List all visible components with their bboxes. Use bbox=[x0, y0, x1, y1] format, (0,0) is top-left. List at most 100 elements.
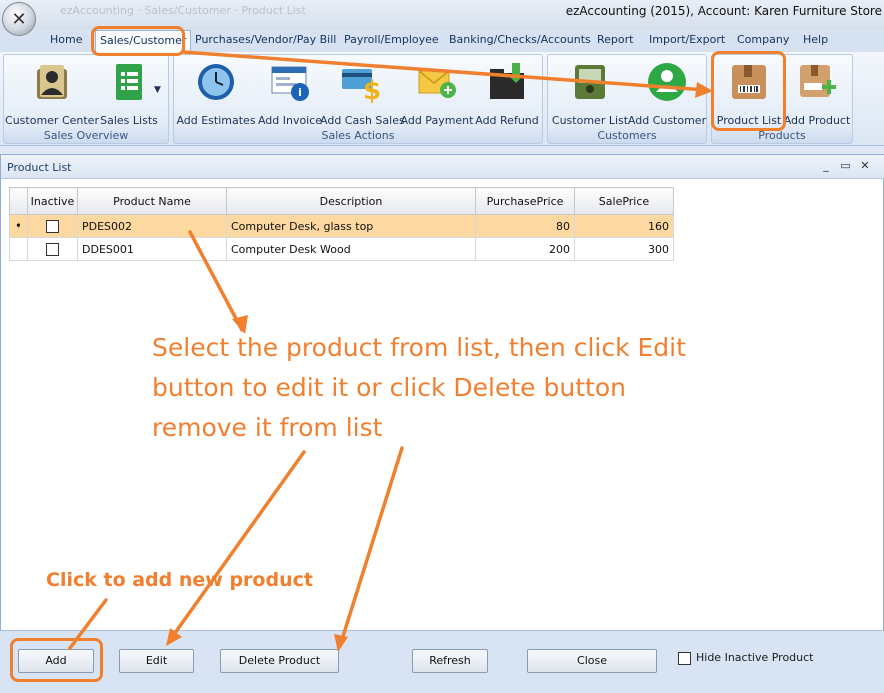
sales-lists-label: Sales Lists bbox=[100, 114, 158, 127]
close-icon[interactable]: ✕ bbox=[857, 159, 873, 172]
menu-report[interactable]: Report bbox=[597, 33, 633, 46]
title-bar-faded-text: ezAccounting · Sales/Customer · Product … bbox=[60, 4, 306, 17]
svg-text:i: i bbox=[298, 86, 302, 99]
add-product-icon bbox=[800, 65, 836, 97]
add-invoice-button[interactable]: i Add Invoice bbox=[256, 57, 324, 127]
window-title-bar: Product List _ ▭ ✕ bbox=[1, 155, 884, 179]
table-row[interactable]: DDES001 Computer Desk Wood 200 300 bbox=[9, 237, 674, 261]
add-button[interactable]: Add bbox=[18, 649, 94, 673]
row-indicator-icon: ➧ bbox=[9, 214, 28, 238]
menu-help[interactable]: Help bbox=[803, 33, 828, 46]
inactive-checkbox[interactable] bbox=[46, 242, 59, 256]
col-purchase-price[interactable]: PurchasePrice bbox=[475, 187, 575, 215]
menu-purchases[interactable]: Purchases/Vendor/Pay Bill bbox=[195, 33, 336, 46]
app-title: ezAccounting (2015), Account: Karen Furn… bbox=[565, 4, 882, 18]
app-window: ezAccounting · Sales/Customer · Product … bbox=[0, 0, 884, 693]
sale-price-cell[interactable]: 300 bbox=[574, 237, 674, 261]
add-payment-label: Add Payment bbox=[400, 114, 474, 127]
grid-header-row: Inactive Product Name Description Purcha… bbox=[9, 187, 674, 215]
add-annotation: Click to add new product bbox=[46, 569, 313, 591]
ribbon-group-sales-overview: Customer Center Sales Lists ▼ Sales Over… bbox=[3, 54, 169, 144]
col-inactive[interactable]: Inactive bbox=[27, 187, 78, 215]
window-controls: _ ▭ ✕ bbox=[818, 159, 873, 172]
app-logo-icon: ✕ bbox=[11, 8, 27, 30]
cash-card-icon: $ bbox=[342, 69, 381, 103]
refresh-button[interactable]: Refresh bbox=[412, 649, 488, 673]
customer-list-label: Customer List bbox=[551, 114, 629, 127]
customer-list-icon bbox=[575, 65, 605, 99]
minimize-icon[interactable]: _ bbox=[818, 159, 834, 172]
menu-import-export[interactable]: Import/Export bbox=[649, 33, 725, 46]
menu-banking[interactable]: Banking/Checks/Accounts bbox=[449, 33, 591, 46]
inactive-checkbox-cell bbox=[27, 237, 78, 261]
hide-inactive-toggle[interactable]: Hide Inactive Product bbox=[678, 651, 814, 665]
ribbon-group-products: Product List Add Product Products bbox=[711, 54, 853, 144]
add-refund-label: Add Refund bbox=[475, 114, 539, 127]
product-grid: Inactive Product Name Description Purcha… bbox=[9, 187, 674, 261]
add-payment-button[interactable]: Add Payment bbox=[401, 57, 473, 127]
product-list-button[interactable]: Product List bbox=[716, 57, 782, 127]
product-name-cell[interactable]: PDES002 bbox=[77, 214, 227, 238]
col-description[interactable]: Description bbox=[226, 187, 476, 215]
sales-lists-icon bbox=[116, 64, 142, 100]
customer-center-label: Customer Center bbox=[5, 114, 99, 127]
product-list-label: Product List bbox=[716, 114, 782, 127]
add-customer-label: Add Customer bbox=[627, 114, 707, 127]
customer-list-button[interactable]: Customer List bbox=[552, 57, 628, 127]
inactive-checkbox-cell bbox=[27, 214, 78, 238]
invoice-icon: i bbox=[271, 66, 309, 101]
add-customer-icon bbox=[648, 63, 686, 101]
add-product-label: Add Product bbox=[783, 114, 851, 127]
row-header-cell bbox=[9, 237, 28, 261]
menu-bar: Home Sales/Customer Purchases/Vendor/Pay… bbox=[0, 30, 884, 52]
svg-text:$: $ bbox=[363, 76, 381, 103]
menu-sales-customer[interactable]: Sales/Customer bbox=[95, 30, 192, 52]
menu-home[interactable]: Home bbox=[50, 33, 82, 46]
background-window-edge bbox=[880, 200, 884, 320]
hide-inactive-label: Hide Inactive Product bbox=[696, 651, 814, 664]
description-cell[interactable]: Computer Desk Wood bbox=[226, 237, 476, 261]
ribbon: Customer Center Sales Lists ▼ Sales Over… bbox=[0, 52, 884, 146]
add-cash-sales-button[interactable]: $ Add Cash Sales bbox=[320, 57, 405, 127]
col-product-name[interactable]: Product Name bbox=[77, 187, 227, 215]
clock-icon bbox=[198, 64, 234, 100]
ribbon-group-label: Customers bbox=[597, 129, 657, 142]
edit-button[interactable]: Edit bbox=[119, 649, 194, 673]
add-estimates-button[interactable]: Add Estimates bbox=[176, 57, 256, 127]
ribbon-group-label: Sales Actions bbox=[321, 129, 395, 142]
add-refund-button[interactable]: Add Refund bbox=[474, 57, 540, 127]
table-row[interactable]: ➧ PDES002 Computer Desk, glass top 80 16… bbox=[9, 214, 674, 238]
ribbon-group-customers: Customer List Add Customer Customers bbox=[547, 54, 707, 144]
instruction-annotation: Select the product from list, then click… bbox=[152, 333, 686, 442]
sales-lists-dropdown-icon[interactable]: ▼ bbox=[154, 85, 161, 95]
close-button[interactable]: Close bbox=[527, 649, 657, 673]
hide-inactive-checkbox[interactable] bbox=[678, 651, 691, 665]
purchase-price-cell[interactable]: 80 bbox=[475, 214, 575, 238]
inactive-checkbox[interactable] bbox=[46, 219, 59, 233]
sales-lists-button[interactable]: Sales Lists bbox=[100, 57, 158, 127]
ribbon-group-label: Products bbox=[758, 129, 806, 142]
add-invoice-label: Add Invoice bbox=[257, 114, 323, 127]
col-sale-price[interactable]: SalePrice bbox=[574, 187, 674, 215]
folder-refund-icon bbox=[490, 63, 524, 99]
menu-company[interactable]: Company bbox=[737, 33, 789, 46]
title-bar: ezAccounting · Sales/Customer · Product … bbox=[0, 0, 884, 30]
delete-product-button[interactable]: Delete Product bbox=[220, 649, 339, 673]
product-box-icon bbox=[732, 65, 766, 99]
add-product-button[interactable]: Add Product bbox=[784, 57, 850, 127]
envelope-add-icon bbox=[418, 70, 456, 98]
app-menu-button[interactable]: ✕ bbox=[2, 2, 36, 36]
add-cash-sales-label: Add Cash Sales bbox=[320, 114, 405, 127]
product-name-cell[interactable]: DDES001 bbox=[77, 237, 227, 261]
sale-price-cell[interactable]: 160 bbox=[574, 214, 674, 238]
purchase-price-cell[interactable]: 200 bbox=[475, 237, 575, 261]
customer-center-button[interactable]: Customer Center bbox=[5, 57, 99, 127]
ribbon-group-label: Sales Overview bbox=[43, 129, 129, 142]
add-customer-button[interactable]: Add Customer bbox=[628, 57, 706, 127]
maximize-icon[interactable]: ▭ bbox=[838, 159, 854, 172]
row-header-corner bbox=[9, 187, 28, 215]
customer-center-icon bbox=[37, 65, 67, 99]
description-cell[interactable]: Computer Desk, glass top bbox=[226, 214, 476, 238]
ribbon-group-sales-actions: Add Estimates i Add Invoice $ Add Cash S… bbox=[173, 54, 543, 144]
menu-payroll[interactable]: Payroll/Employee bbox=[344, 33, 439, 46]
